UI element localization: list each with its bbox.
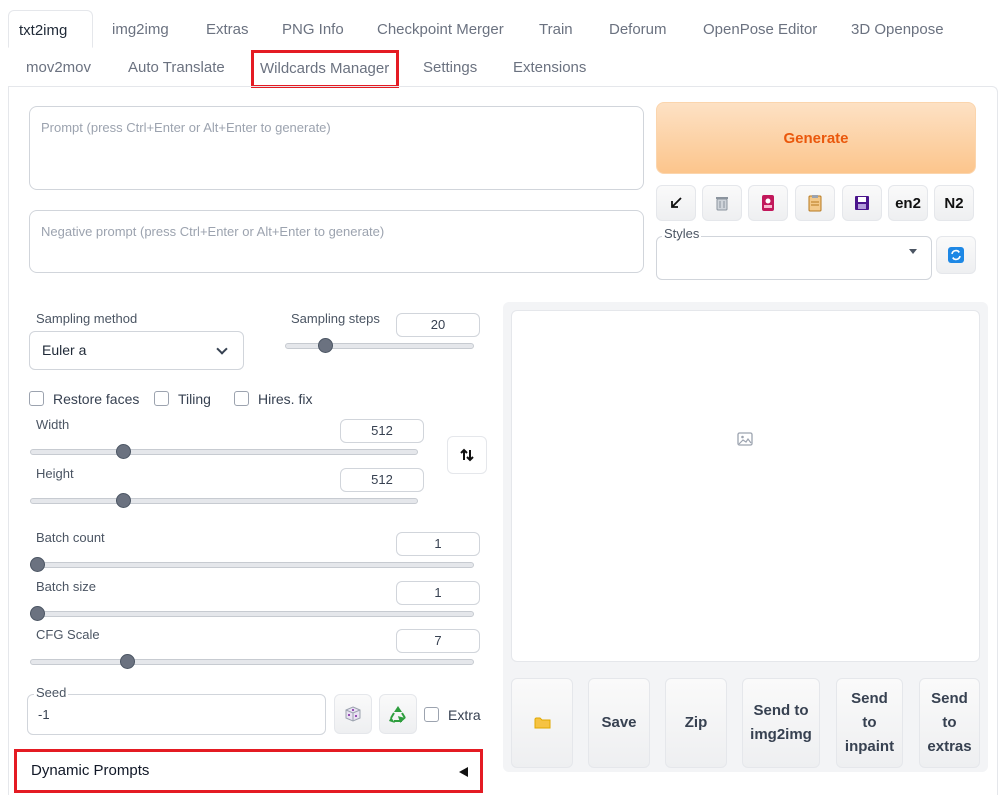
swap-dimensions-button[interactable] [447, 436, 487, 474]
en2-button[interactable]: en2 [888, 185, 928, 221]
dynamic-prompts-accordion[interactable]: Dynamic Prompts [14, 749, 483, 793]
n2-button[interactable]: N2 [934, 185, 974, 221]
sampling-steps-input[interactable]: 20 [396, 313, 480, 337]
tab-png-info[interactable]: PNG Info [272, 10, 354, 48]
prompt-input[interactable]: Prompt (press Ctrl+Enter or Alt+Enter to… [29, 106, 644, 190]
batch-size-label: Batch size [36, 579, 96, 594]
apply-style-button[interactable] [795, 185, 835, 221]
batch-count-slider-thumb[interactable] [30, 557, 45, 572]
cfg-scale-label: CFG Scale [36, 627, 100, 642]
trash-icon [716, 197, 728, 211]
tab-extras[interactable]: Extras [196, 10, 259, 48]
width-slider-thumb[interactable] [115, 444, 131, 459]
arrow-icon [671, 197, 682, 208]
styles-dropdown[interactable] [656, 236, 932, 280]
tab-wildcards-manager[interactable]: Wildcards Manager [251, 50, 399, 88]
sampling-steps-slider[interactable] [285, 343, 474, 349]
cfg-scale-slider[interactable] [30, 659, 474, 665]
send-to-extras-button[interactable]: Send to extras [919, 678, 980, 768]
seed-label: Seed [34, 685, 69, 700]
dice-icon [345, 706, 361, 722]
save-style-button[interactable] [842, 185, 882, 221]
image-placeholder-icon [737, 432, 753, 446]
chevron-down-icon [909, 249, 917, 254]
hires-fix-checkbox[interactable] [234, 391, 249, 406]
tab-deforum[interactable]: Deforum [599, 10, 677, 48]
floppy-icon [855, 196, 869, 210]
styles-label: Styles [662, 226, 702, 241]
restore-faces-label: Restore faces [53, 391, 140, 407]
width-label: Width [36, 417, 70, 432]
refresh-styles-button[interactable] [936, 236, 976, 274]
tab-extensions[interactable]: Extensions [503, 48, 596, 86]
tab-checkpoint-merger[interactable]: Checkpoint Merger [367, 10, 514, 48]
tab-txt2img[interactable]: txt2img [8, 10, 93, 48]
folder-icon [534, 717, 550, 729]
batch-size-slider-thumb[interactable] [30, 606, 45, 621]
restore-faces-checkbox[interactable] [29, 391, 44, 406]
image-gallery [511, 310, 980, 662]
seed-input[interactable]: -1 [27, 694, 326, 735]
caret-left-icon [459, 767, 468, 777]
extra-networks-button[interactable] [748, 185, 788, 221]
extra-seed-checkbox[interactable] [424, 707, 439, 722]
read-params-button[interactable] [656, 185, 696, 221]
batch-count-input[interactable]: 1 [396, 532, 480, 556]
swap-icon [460, 448, 474, 462]
clear-prompt-button[interactable] [702, 185, 742, 221]
random-seed-button[interactable] [334, 694, 372, 734]
tab-3d-openpose[interactable]: 3D Openpose [841, 10, 954, 48]
tab-settings[interactable]: Settings [413, 48, 487, 86]
refresh-icon [948, 247, 964, 263]
sampling-steps-slider-thumb[interactable] [318, 338, 334, 353]
tab-auto-translate[interactable]: Auto Translate [118, 48, 235, 86]
height-slider[interactable] [30, 498, 418, 504]
batch-size-input[interactable]: 1 [396, 581, 480, 605]
zip-button[interactable]: Zip [665, 678, 727, 768]
sampling-steps-label: Sampling steps [291, 311, 380, 326]
width-slider[interactable] [30, 449, 418, 455]
save-button[interactable]: Save [588, 678, 650, 768]
tiling-checkbox[interactable] [154, 391, 169, 406]
cfg-scale-slider-thumb[interactable] [120, 654, 136, 669]
extra-seed-label: Extra [448, 707, 481, 723]
height-slider-thumb[interactable] [115, 493, 131, 508]
height-label: Height [36, 466, 74, 481]
height-input[interactable]: 512 [340, 468, 424, 492]
reuse-seed-button[interactable] [379, 694, 417, 734]
clipboard-icon [808, 195, 822, 212]
batch-count-label: Batch count [36, 530, 105, 545]
cfg-scale-input[interactable]: 7 [396, 629, 480, 653]
negative-prompt-input[interactable]: Negative prompt (press Ctrl+Enter or Alt… [29, 210, 644, 273]
tab-mov2mov[interactable]: mov2mov [16, 48, 101, 86]
batch-size-slider[interactable] [30, 611, 474, 617]
batch-count-slider[interactable] [30, 562, 474, 568]
card-icon [762, 195, 774, 211]
send-to-img2img-button[interactable]: Send to img2img [742, 678, 820, 768]
width-input[interactable]: 512 [340, 419, 424, 443]
tab-openpose-editor[interactable]: OpenPose Editor [693, 10, 827, 48]
generate-button[interactable]: Generate [656, 102, 976, 174]
recycle-icon [389, 706, 406, 723]
tab-train[interactable]: Train [529, 10, 583, 48]
sampling-method-select[interactable]: Euler a [29, 331, 244, 370]
send-to-inpaint-button[interactable]: Send to inpaint [836, 678, 903, 768]
dynamic-prompts-label: Dynamic Prompts [31, 762, 150, 779]
tiling-label: Tiling [178, 391, 211, 407]
tab-img2img[interactable]: img2img [102, 10, 179, 48]
hires-fix-label: Hires. fix [258, 391, 313, 407]
sampling-method-label: Sampling method [36, 311, 138, 326]
open-folder-button[interactable] [511, 678, 573, 768]
